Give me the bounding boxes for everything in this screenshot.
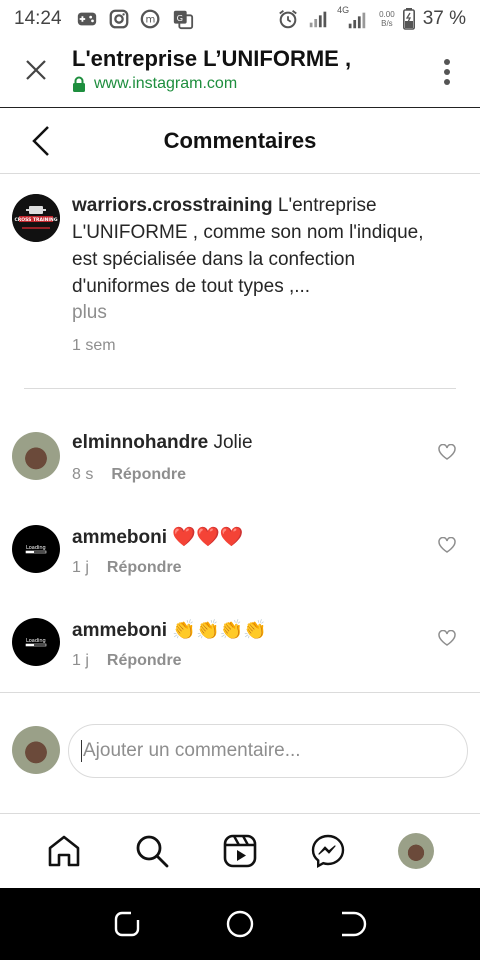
comment-body: 👏👏👏👏 [167,620,267,641]
caption-divider [24,388,456,389]
comment-item: Loading ammeboni ❤️❤️❤️ 1 j Répondre [0,525,480,595]
back-icon[interactable] [338,909,368,939]
browser-page-title: L'entreprise L’UNIFORME , [72,46,352,71]
comment-body: ❤️❤️❤️ [167,527,244,548]
comment-time: 1 j [72,652,89,669]
battery-icon [402,8,415,30]
caption-text: warriors.crosstraining L'entreprise L'UN… [72,192,452,300]
bottom-nav [0,814,480,888]
comment-input[interactable]: Ajouter un commentaire... [68,724,468,778]
signal-icon [309,11,327,28]
instagram-icon [109,9,128,29]
net-speed-value: 0.00 [379,10,395,19]
comment-username[interactable]: elminnohandre [72,432,208,453]
comment-time: 1 j [72,559,89,576]
reply-button[interactable]: Répondre [111,466,186,483]
page-title: Commentaires [163,128,317,153]
comment-text: ammeboni 👏👏👏👏 [72,618,267,642]
reply-button[interactable]: Répondre [107,652,182,669]
alarm-icon [279,10,297,29]
browser-url[interactable]: www.instagram.com [72,75,237,93]
avatar-loading-text: Loading [26,545,46,551]
svg-text:G: G [176,13,182,23]
browser-toolbar: L'entreprise L’UNIFORME , www.instagram.… [0,38,480,108]
text-caret [81,740,82,762]
search-icon [136,835,169,868]
url-text: www.instagram.com [94,75,238,92]
more-vertical-icon[interactable] [444,58,450,86]
nav-home[interactable] [44,831,84,871]
commenter-avatar[interactable]: Loading [12,618,60,666]
comment-meta: 1 j Répondre [72,652,182,670]
heart-icon[interactable] [438,630,456,646]
reels-icon [223,834,257,868]
crosstraining-logo: CROSS TRAINING [12,194,60,242]
signal-4g: 4G [337,5,371,31]
net-speed-unit: B/s [381,19,393,28]
net-speed: 0.00 B/s [379,10,395,28]
messenger-icon [311,834,345,869]
close-icon[interactable] [22,56,50,84]
comment-username[interactable]: ammeboni [72,620,167,641]
signal-icon-2 [348,12,366,29]
add-comment-bar: Ajouter un commentaire... [0,724,480,778]
comment-input-placeholder: Ajouter un commentaire... [83,740,301,761]
battery-percent: 37 % [422,8,466,29]
comment-text: elminnohandre Jolie [72,432,253,454]
loading-logo: Loading [25,638,47,647]
comment-meta: 1 j Répondre [72,559,182,577]
lock-icon [73,76,85,92]
status-bar: 14:24 m G 4G 0.00 B/s 37 % [0,0,480,38]
my-avatar [12,726,60,774]
logo-text: CROSS TRAINING [14,217,57,223]
status-time: 14:24 [14,8,62,29]
comment-text: ammeboni ❤️❤️❤️ [72,525,243,549]
comment-item: Loading ammeboni 👏👏👏👏 1 j Répondre [0,618,480,688]
caption-avatar[interactable]: CROSS TRAINING [12,194,60,242]
svg-text:m: m [145,15,155,26]
mobile-money-icon: m [140,9,160,29]
system-nav-bar [0,888,480,960]
divider [0,692,480,693]
comments-header: Commentaires [0,108,480,174]
home-button-icon[interactable] [225,909,255,939]
commenter-avatar[interactable] [12,432,60,480]
comment-username[interactable]: ammeboni [72,527,167,548]
profile-avatar [398,833,434,869]
nav-search[interactable] [132,831,172,871]
nav-reels[interactable] [220,831,260,871]
caption-username[interactable]: warriors.crosstraining [72,195,273,216]
heart-icon[interactable] [438,537,456,553]
home-icon [48,835,80,867]
recents-icon[interactable] [112,909,142,939]
heart-icon[interactable] [438,444,456,460]
comment-time: 8 s [72,466,94,483]
comment-item: elminnohandre Jolie 8 s Répondre [0,432,480,502]
nav-messenger[interactable] [308,831,348,871]
caption-time: 1 sem [72,337,116,354]
loading-logo: Loading [25,545,47,554]
nav-profile[interactable] [396,831,436,871]
commenter-avatar[interactable]: Loading [12,525,60,573]
translate-icon: G [173,10,193,30]
gamepad-icon [77,12,96,26]
caption-more-link[interactable]: plus [72,302,107,324]
avatar-loading-text: Loading [26,638,46,644]
reply-button[interactable]: Répondre [107,559,182,576]
comment-meta: 8 s Répondre [72,466,186,484]
comment-body: Jolie [208,432,253,453]
